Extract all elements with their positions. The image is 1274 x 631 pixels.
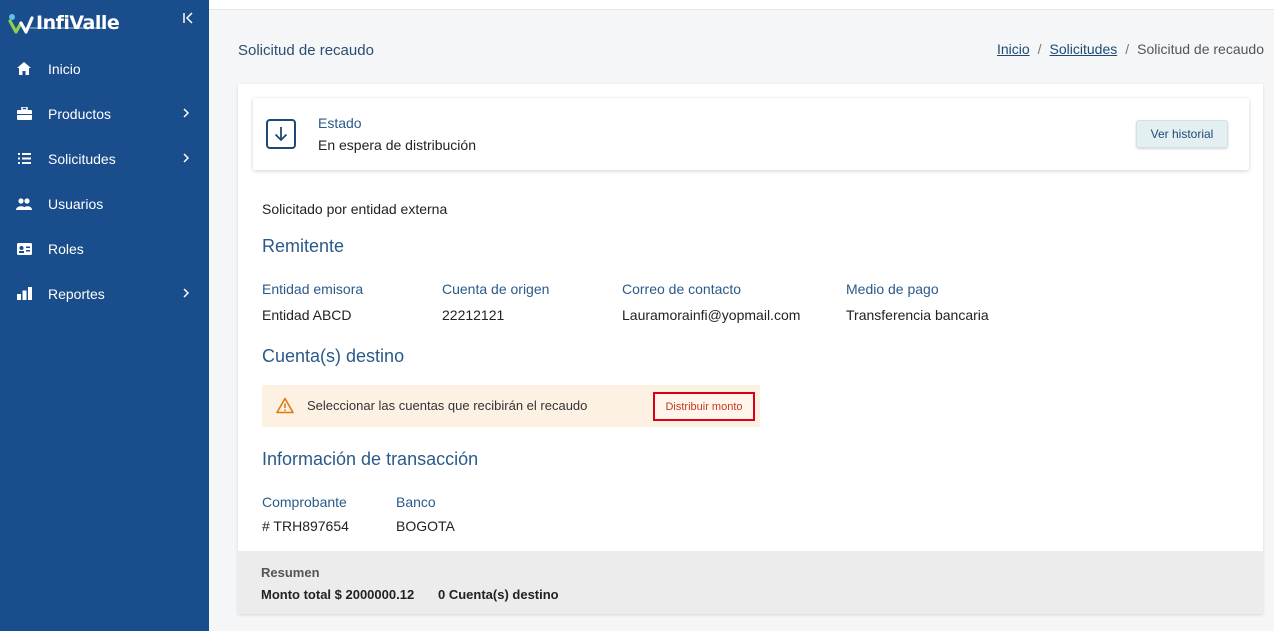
transaction-section-title: Información de transacción xyxy=(262,449,479,469)
issuing-entity-value: Entidad ABCD xyxy=(262,307,352,323)
sender-section-title: Remitente xyxy=(262,236,345,256)
summary-total-amount: Monto total $ 2000000.12 xyxy=(261,587,415,602)
sidebar-item-label: Inicio xyxy=(48,60,81,77)
briefcase-icon xyxy=(16,106,32,122)
id-card-icon xyxy=(16,241,32,257)
list-icon xyxy=(16,151,32,167)
sidebar-item-label: Reportes xyxy=(48,285,105,302)
page-title: Solicitud de recaudo xyxy=(238,42,374,59)
bank-label: Banco xyxy=(396,494,436,510)
logo-text: InfiValle xyxy=(36,12,120,34)
sidebar-nav: Inicio Productos Solicitudes Usuarios Ro… xyxy=(0,46,209,316)
contact-email-label: Correo de contacto xyxy=(622,281,742,297)
summary-destination-count: 0 Cuenta(s) destino xyxy=(438,587,559,602)
chevron-right-icon xyxy=(179,106,193,120)
breadcrumb-link-inicio[interactable]: Inicio xyxy=(997,41,1030,57)
requested-by-text: Solicitado por entidad externa xyxy=(262,201,448,217)
payment-method-value: Transferencia bancaria xyxy=(846,307,989,323)
sidebar-item-label: Roles xyxy=(48,240,84,257)
destination-warning-alert: Seleccionar las cuentas que recibirán el… xyxy=(262,385,760,427)
sidebar-item-label: Productos xyxy=(48,105,112,122)
origin-account-label: Cuenta de origen xyxy=(442,281,550,297)
status-card: Estado En espera de distribución Ver his… xyxy=(253,98,1249,170)
summary-title: Resumen xyxy=(261,565,320,580)
breadcrumb-link-solicitudes[interactable]: Solicitudes xyxy=(1050,41,1118,57)
sidebar-item-label: Solicitudes xyxy=(48,150,116,167)
distribute-amount-button[interactable]: Distribuir monto xyxy=(653,392,755,421)
breadcrumb-separator: / xyxy=(1125,41,1130,57)
origin-account-value: 22212121 xyxy=(442,307,505,323)
top-bar xyxy=(209,0,1274,10)
download-arrow-icon xyxy=(266,119,296,149)
contact-email-value: Lauramorainfi@yopmail.com xyxy=(622,307,801,323)
logo-mark-icon xyxy=(8,12,34,34)
sidebar-item-roles[interactable]: Roles xyxy=(0,226,209,271)
sidebar-item-solicitudes[interactable]: Solicitudes xyxy=(0,136,209,181)
destination-section-title: Cuenta(s) destino xyxy=(262,346,405,366)
payment-method-label: Medio de pago xyxy=(846,281,939,297)
chart-icon xyxy=(16,286,32,302)
sidebar-item-label: Usuarios xyxy=(48,195,104,212)
request-detail-card: Estado En espera de distribución Ver his… xyxy=(238,84,1263,614)
logo-tagline xyxy=(30,27,104,29)
view-history-button[interactable]: Ver historial xyxy=(1136,120,1228,148)
users-icon xyxy=(16,196,32,212)
logo[interactable]: InfiValle xyxy=(8,8,120,38)
breadcrumb: Inicio / Solicitudes / Solicitud de reca… xyxy=(997,41,1264,57)
collapse-icon xyxy=(183,12,193,24)
bank-value: BOGOTA xyxy=(396,518,455,534)
sidebar: InfiValle Inicio Productos Solicitudes U… xyxy=(0,0,209,631)
breadcrumb-current: Solicitud de recaudo xyxy=(1137,41,1264,57)
alert-message: Seleccionar las cuentas que recibirán el… xyxy=(307,398,588,413)
sidebar-item-reportes[interactable]: Reportes xyxy=(0,271,209,316)
summary-panel: Resumen Monto total $ 2000000.12 0 Cuent… xyxy=(238,551,1263,614)
collapse-sidebar-button[interactable] xyxy=(180,12,196,28)
sidebar-item-productos[interactable]: Productos xyxy=(0,91,209,136)
chevron-right-icon xyxy=(179,151,193,165)
sidebar-item-inicio[interactable]: Inicio xyxy=(0,46,209,91)
status-label: Estado xyxy=(318,115,362,131)
breadcrumb-separator: / xyxy=(1037,41,1042,57)
issuing-entity-label: Entidad emisora xyxy=(262,281,364,297)
home-icon xyxy=(16,61,32,77)
warning-icon xyxy=(276,397,294,414)
status-value: En espera de distribución xyxy=(318,137,476,153)
chevron-right-icon xyxy=(179,286,193,300)
voucher-label: Comprobante xyxy=(262,494,347,510)
voucher-value: # TRH897654 xyxy=(262,518,349,534)
sidebar-item-usuarios[interactable]: Usuarios xyxy=(0,181,209,226)
